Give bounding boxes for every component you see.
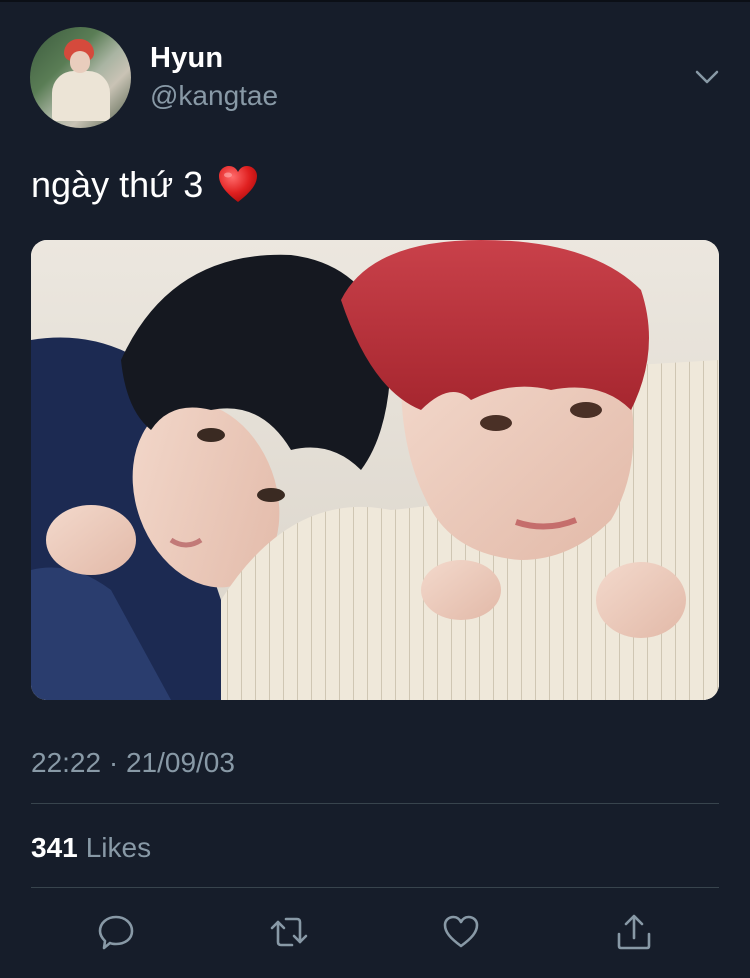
speech-bubble-icon xyxy=(98,915,134,950)
red-heart-emoji-icon xyxy=(217,165,259,205)
heart-outline-icon xyxy=(443,915,479,948)
divider xyxy=(31,803,719,804)
likes-summary[interactable]: 341 Likes xyxy=(31,832,151,864)
tweet-detail-view: Hyun @kangtae ngày thứ 3 22:22 · 21/09/0… xyxy=(0,0,750,978)
author-handle[interactable]: @kangtae xyxy=(150,80,278,112)
avatar-figure-body xyxy=(52,71,110,121)
reply-button[interactable] xyxy=(96,912,136,952)
likes-label: Likes xyxy=(85,832,152,863)
divider xyxy=(31,887,719,888)
avatar-figure-face xyxy=(70,51,90,73)
photo-two-people-lying-on-bed xyxy=(31,240,719,700)
share-upload-icon xyxy=(617,914,651,950)
avatar[interactable] xyxy=(30,27,131,128)
like-button[interactable] xyxy=(441,912,481,952)
retweet-button[interactable] xyxy=(269,912,309,952)
tweet-media-photo[interactable] xyxy=(31,240,719,700)
retweet-arrows-icon xyxy=(270,917,308,947)
tweet-text: ngày thứ 3 xyxy=(31,164,259,206)
likes-count: 341 xyxy=(31,832,78,863)
author-display-name[interactable]: Hyun xyxy=(150,42,223,75)
tweet-text-content: ngày thứ 3 xyxy=(31,164,204,205)
tweet-timestamp: 22:22 · 21/09/03 xyxy=(31,747,235,778)
share-button[interactable] xyxy=(614,912,654,952)
chevron-down-icon[interactable] xyxy=(692,62,722,92)
